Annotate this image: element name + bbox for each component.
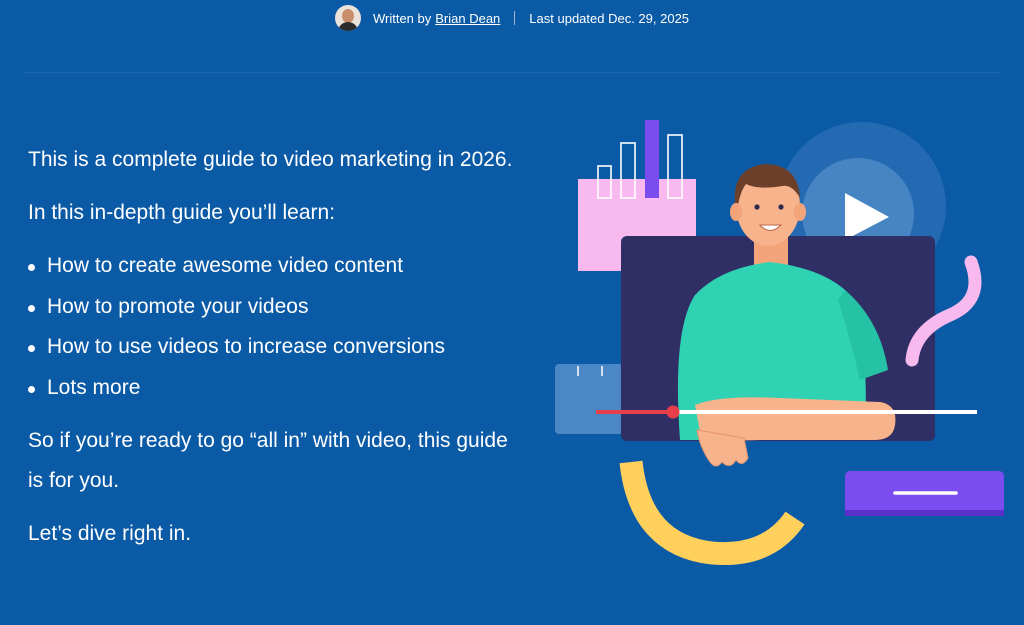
progress-handle (666, 405, 680, 419)
intro-paragraph: This is a complete guide to video market… (28, 148, 513, 171)
list-item: How to promote your videos (28, 287, 528, 328)
intro-section: This is a complete guide to video market… (28, 140, 528, 567)
chart-bar-3 (645, 120, 659, 198)
yellow-arc (619, 460, 805, 566)
header-divider (24, 72, 1000, 73)
written-by-label: Written by (372, 10, 432, 26)
author-avatar (334, 5, 361, 31)
dive-paragraph: Let’s dive right in. (28, 522, 192, 545)
last-updated-label: Last updated Dec. 29, 2025 (529, 10, 690, 26)
byline-separator (514, 11, 516, 25)
list-item: How to create awesome video content (28, 246, 528, 287)
ready-paragraph: So if you’re ready to go “all in” with v… (28, 429, 508, 492)
author-byline: Written by Brian Dean Last updated Dec. … (0, 0, 1024, 36)
author-link[interactable]: Brian Dean (435, 11, 500, 26)
video-marketing-illustration (555, 120, 1004, 566)
learn-heading: In this in-depth guide you’ll learn: (28, 201, 336, 224)
ruler-card (555, 364, 623, 434)
learn-list: How to create awesome video content How … (28, 246, 528, 408)
list-item: Lots more (28, 368, 528, 409)
list-item: How to use videos to increase conversion… (28, 327, 528, 368)
